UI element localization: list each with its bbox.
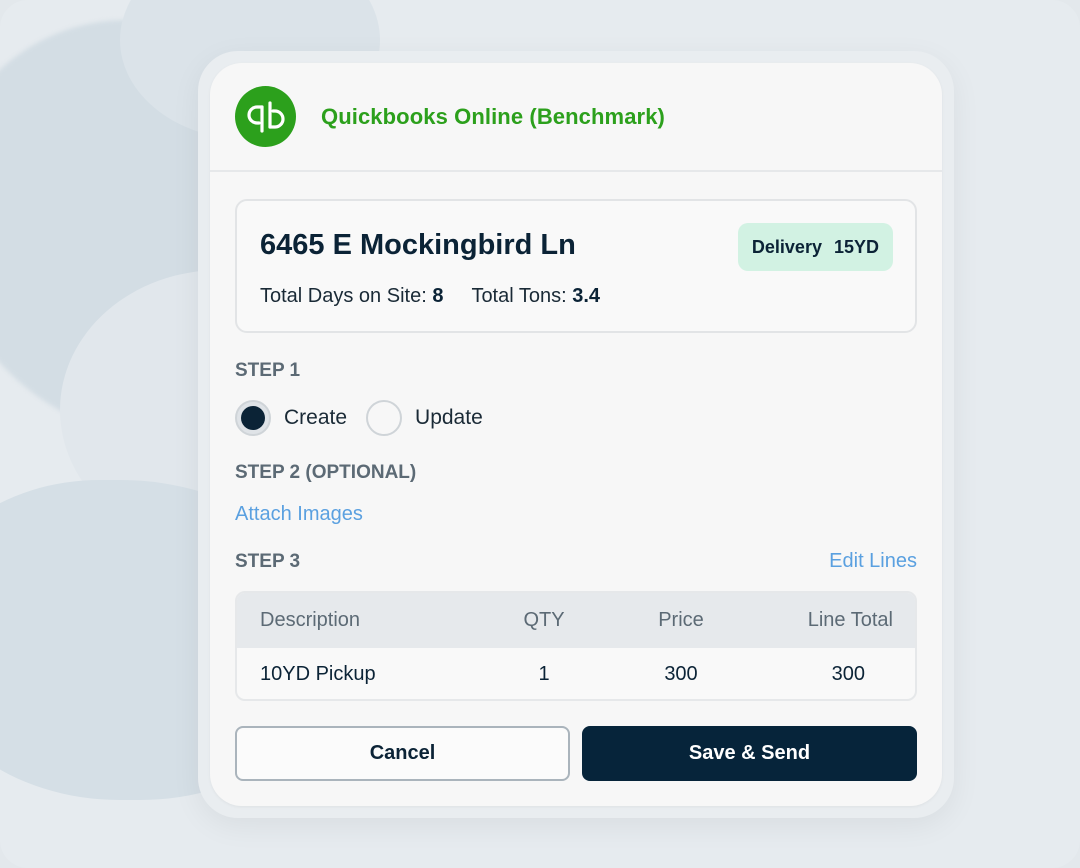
badge-type: Delivery [751,236,822,257]
days-label: Total Days on Site: [260,285,427,307]
column-header-price: Price [658,609,704,631]
column-header-description: Description [260,609,361,631]
row-qty: 1 [538,663,550,685]
attach-images-link[interactable]: Attach Images [235,503,363,526]
service-badge: Delivery 15YD [737,223,893,271]
row-line-total: 300 [831,663,865,685]
edit-lines-link[interactable]: Edit Lines [829,550,917,573]
step2-label: STEP 2 (OPTIONAL) [235,462,417,483]
update-radio-label[interactable]: Update [415,406,483,430]
site-summary-card: 6465 E Mockingbird Ln Delivery 15YD Tota… [235,199,917,333]
save-and-send-button[interactable]: Save & Send [582,726,917,781]
days-on-site: Total Days on Site: 8 [260,285,443,308]
table-row: 10YD Pickup 1 300 300 [237,648,915,699]
step1-options: Create Update [235,400,502,436]
table-header: Description QTY Price Line Total [237,593,915,648]
modal-header: Quickbooks Online (Benchmark) [210,63,942,172]
step3-label: STEP 3 [235,551,301,572]
tons-label: Total Tons: [471,285,567,307]
update-radio[interactable] [366,400,403,436]
row-price: 300 [664,663,698,685]
column-header-line-total: Line Total [807,609,893,631]
create-radio-label[interactable]: Create [284,406,347,430]
site-stats: Total Days on Site: 8 Total Tons: 3.4 [260,285,600,308]
integration-title: Quickbooks Online (Benchmark) [321,103,665,129]
site-address: 6465 E Mockingbird Ln [260,229,576,261]
column-header-qty: QTY [523,609,565,631]
line-items-table: Description QTY Price Line Total 10YD Pi… [235,591,917,701]
total-tons: Total Tons: 3.4 [471,285,600,308]
row-description: 10YD Pickup [260,663,376,685]
invoice-modal: Quickbooks Online (Benchmark) 6465 E Moc… [210,63,942,806]
days-value: 8 [432,285,444,307]
cancel-button[interactable]: Cancel [235,726,570,781]
create-radio[interactable] [235,400,271,436]
badge-size: 15YD [833,236,879,257]
step1-label: STEP 1 [235,360,301,381]
quickbooks-logo-icon [235,86,296,147]
tons-value: 3.4 [572,285,601,307]
